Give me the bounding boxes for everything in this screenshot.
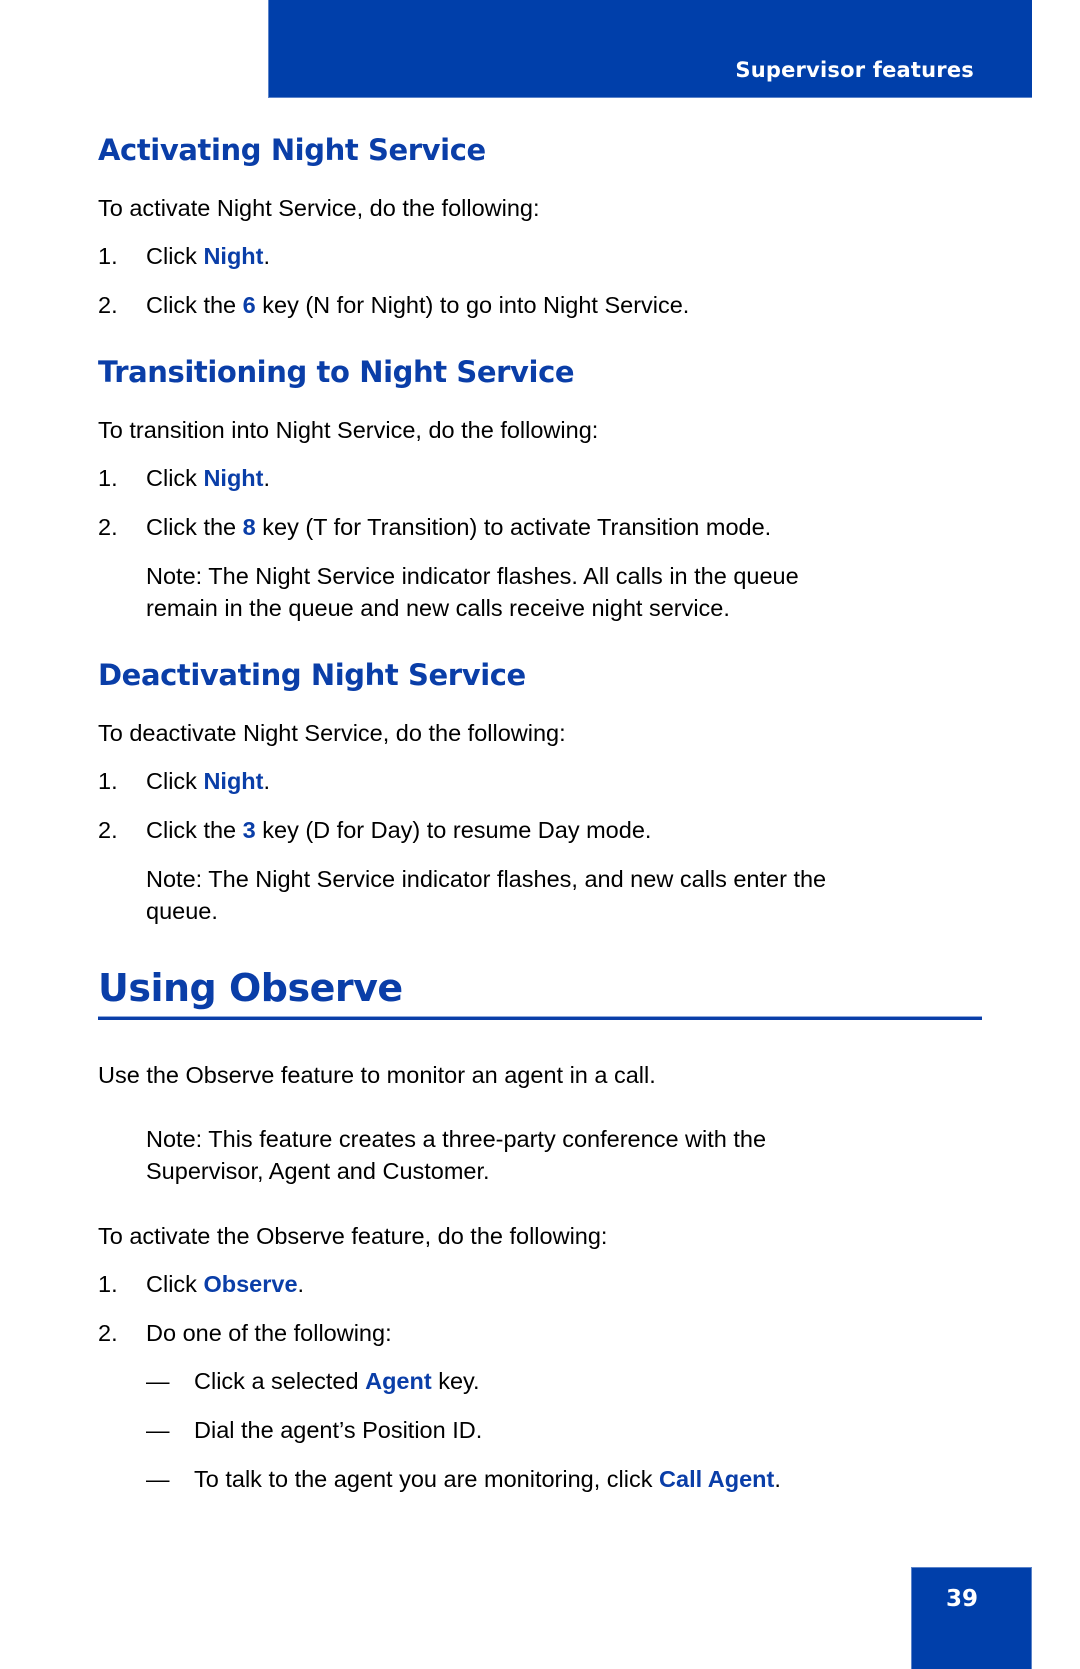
activating-step-2: 2. Click the 6 key (N for Night) to go in… [98,289,689,321]
step-text: key (D for Day) to resume Day mode. [255,817,652,843]
step-text: . [263,768,271,794]
step-number: 2. [98,817,118,843]
key-6-label: 6 [242,292,256,318]
page-number: 39 [946,1586,979,1612]
heading-activating-night-service: Activating Night Service [98,133,486,167]
observe-option-3: — To talk to the agent you are monitoring… [146,1463,781,1495]
heading-using-observe: Using Observe [98,966,403,1010]
step-text: Do one of the following: [146,1320,392,1346]
heading-transitioning-night-service: Transitioning to Night Service [98,355,575,389]
transitioning-note-line-1: Note: The Night Service indicator flashe… [146,563,799,589]
deactivating-note-line-1: Note: The Night Service indicator flashe… [146,866,827,892]
step-number: 2. [98,1320,118,1346]
step-text: key (N for Night) to go into Night Servi… [255,292,690,318]
option-text: . [774,1466,781,1492]
observe-option-1: — Click a selected Agent key. [146,1365,480,1397]
step-number: 1. [98,1271,118,1297]
key-8-label: 8 [242,514,256,540]
step-text: Click [146,465,204,491]
activating-intro: To activate Night Service, do the follow… [98,195,540,221]
option-text: key. [431,1368,480,1394]
step-text: Click the [146,817,243,843]
observe-step-2: 2. Do one of the following: [98,1317,392,1349]
dash-bullet: — [146,1466,170,1492]
step-text: Click [146,1271,204,1297]
step-text: . [263,243,271,269]
step-text: key (T for Transition) to activate Trans… [255,514,772,540]
deactivating-step-1: 1. Click Night. [98,765,270,797]
night-key-label: Night [203,465,264,491]
step-number: 1. [98,768,118,794]
transitioning-note-line-2: remain in the queue and new calls receiv… [146,595,730,621]
night-key-label: Night [203,768,264,794]
deactivating-note-line-2: queue. [146,898,218,924]
call-agent-key-label: Call Agent [659,1466,775,1492]
step-text: . [263,465,271,491]
observe-note-line-2: Supervisor, Agent and Customer. [146,1158,490,1184]
heading-underline [98,1016,982,1020]
heading-deactivating-night-service: Deactivating Night Service [98,658,526,692]
dash-bullet: — [146,1368,170,1394]
dash-bullet: — [146,1417,170,1443]
deactivating-step-2: 2. Click the 3 key (D for Day) to resume … [98,814,651,846]
step-number: 1. [98,243,118,269]
option-text: Click a selected [194,1368,366,1394]
step-text: Click the [146,514,243,540]
section-title: Supervisor features [735,58,974,82]
step-text: . [297,1271,305,1297]
deactivating-intro: To deactivate Night Service, do the foll… [98,720,566,746]
step-number: 2. [98,514,118,540]
transitioning-intro: To transition into Night Service, do the… [98,417,599,443]
key-3-label: 3 [242,817,256,843]
step-text: Click the [146,292,243,318]
night-key-label: Night [203,243,264,269]
observe-option-2: — Dial the agent’s Position ID. [146,1414,482,1446]
option-text: Dial the agent’s Position ID. [194,1417,483,1443]
header-bar: Supervisor features [268,0,1032,98]
observe-key-label: Observe [203,1271,298,1297]
activating-step-1: 1. Click Night. [98,240,270,272]
observe-note-line-1: Note: This feature creates a three-party… [146,1126,767,1152]
observe-activate-intro: To activate the Observe feature, do the … [98,1223,608,1249]
observe-intro: Use the Observe feature to monitor an ag… [98,1062,656,1088]
step-text: Click [146,243,204,269]
transitioning-step-1: 1. Click Night. [98,462,270,494]
page-number-box: 39 [911,1567,1032,1669]
step-text: Click [146,768,204,794]
transitioning-step-2: 2. Click the 8 key (T for Transition) to … [98,511,771,543]
step-number: 1. [98,465,118,491]
option-text: To talk to the agent you are monitoring,… [194,1466,660,1492]
agent-key-label: Agent [365,1368,432,1394]
observe-step-1: 1. Click Observe. [98,1268,304,1300]
step-number: 2. [98,292,118,318]
